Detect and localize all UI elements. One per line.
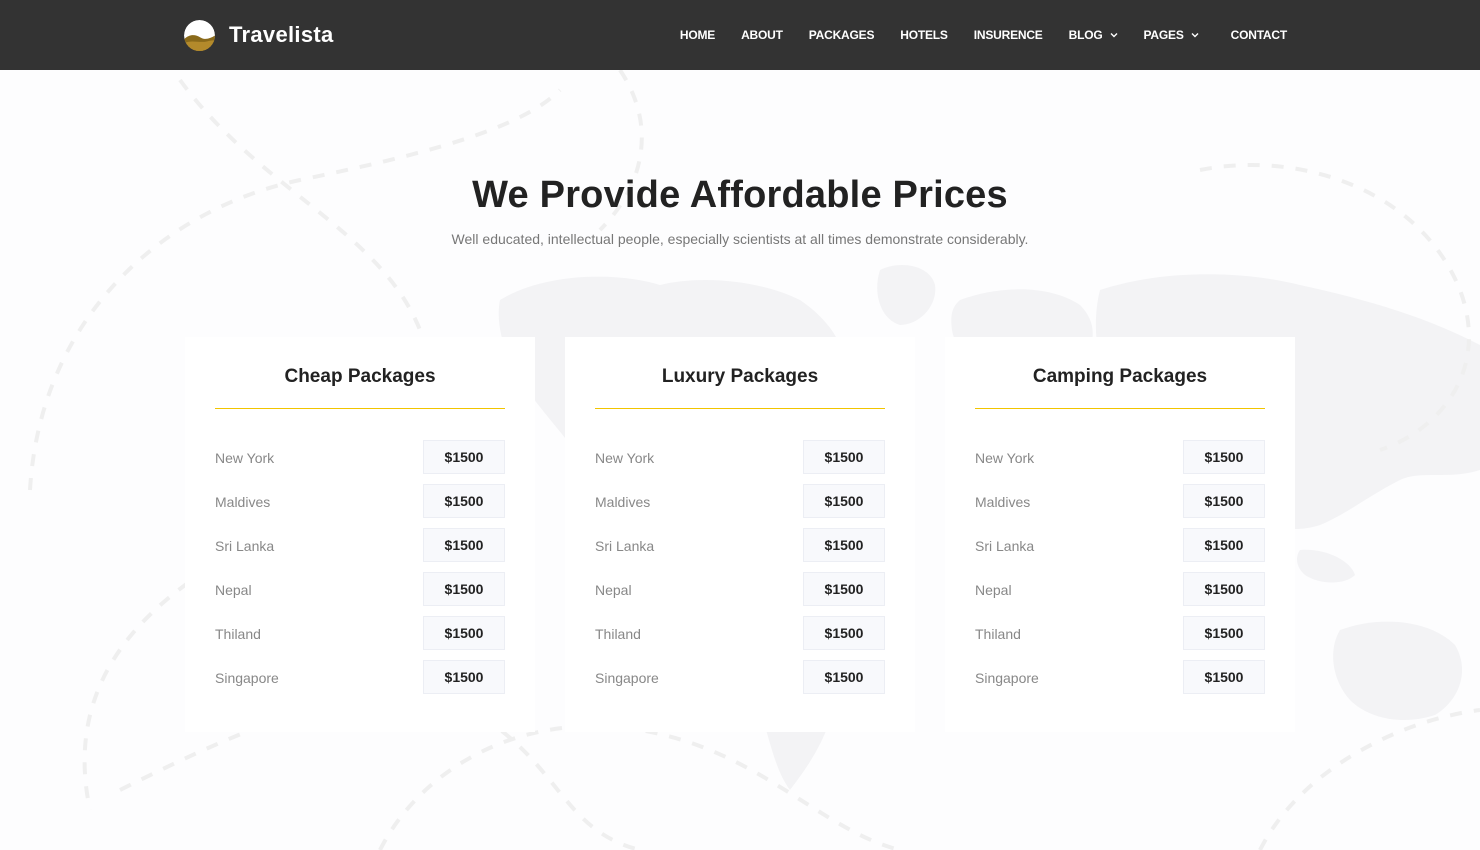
brand-name: Travelista xyxy=(229,22,334,47)
nav-pages-dropdown[interactable]: PAGES xyxy=(1144,28,1199,42)
price-row: Maldives $1500 xyxy=(595,484,885,528)
price-button[interactable]: $1500 xyxy=(423,484,505,518)
price-button[interactable]: $1500 xyxy=(1183,528,1265,562)
brand-logo-link[interactable]: Travelista xyxy=(184,19,334,51)
price-button[interactable]: $1500 xyxy=(423,616,505,650)
nav-packages-label: PACKAGES xyxy=(808,28,875,42)
price-row: Sri Lanka $1500 xyxy=(975,528,1265,572)
destination-label: Sri Lanka xyxy=(975,538,1035,554)
destination-label: Maldives xyxy=(215,494,271,510)
card-title: Luxury Packages xyxy=(661,366,819,387)
main-navigation: HOME ABOUT PACKAGES HOTELS INSURENCE BLO… xyxy=(680,0,1287,70)
pricing-card-luxury: Luxury Packages New York $1500 Maldives $1… xyxy=(565,337,915,732)
destination-label: Thiland xyxy=(975,626,1021,642)
nav-blog-dropdown[interactable]: BLOG xyxy=(1069,28,1118,42)
price-row: Singapore $1500 xyxy=(595,660,885,704)
destination-label: Sri Lanka xyxy=(595,538,655,554)
nav-hotels-label: HOTELS xyxy=(900,28,948,42)
price-row: Singapore $1500 xyxy=(215,660,505,704)
price-row: Maldives $1500 xyxy=(215,484,505,528)
price-button[interactable]: $1500 xyxy=(803,660,885,694)
destination-label: Singapore xyxy=(975,670,1039,686)
destination-label: Sri Lanka xyxy=(215,538,275,554)
price-list: New York $1500 Maldives $1500 Sri Lanka $15… xyxy=(215,409,505,704)
price-button[interactable]: $1500 xyxy=(1183,440,1265,474)
nav-insurence[interactable]: INSURENCE xyxy=(974,28,1043,42)
pricing-cards: Cheap Packages New York $1500 Maldives $15… xyxy=(185,337,1295,732)
price-row: Sri Lanka $1500 xyxy=(595,528,885,572)
price-row: Nepal $1500 xyxy=(595,572,885,616)
destination-label: Singapore xyxy=(595,670,659,686)
price-list: New York $1500 Maldives $1500 Sri Lanka $15… xyxy=(975,409,1265,704)
pricing-card-cheap: Cheap Packages New York $1500 Maldives $15… xyxy=(185,337,535,732)
price-button[interactable]: $1500 xyxy=(803,528,885,562)
price-list: New York $1500 Maldives $1500 Sri Lanka $15… xyxy=(595,409,885,704)
price-row: Nepal $1500 xyxy=(975,572,1265,616)
card-title: Camping Packages xyxy=(1032,366,1208,387)
destination-label: Singapore xyxy=(215,670,279,686)
destination-label: Nepal xyxy=(215,582,252,598)
destination-label: New York xyxy=(215,450,275,466)
price-button[interactable]: $1500 xyxy=(1183,660,1265,694)
nav-home-label: HOME xyxy=(679,28,716,42)
price-button[interactable]: $1500 xyxy=(803,440,885,474)
nav-contact[interactable]: CONTACT xyxy=(1230,28,1288,42)
price-row: Thiland $1500 xyxy=(975,616,1265,660)
nav-blog-label: BLOG xyxy=(1068,28,1103,42)
nav-packages[interactable]: PACKAGES xyxy=(809,28,875,42)
section-title: We Provide Affordable Prices xyxy=(472,174,1008,216)
pricing-card-camping: Camping Packages New York $1500 Maldives $… xyxy=(945,337,1295,732)
nav-about-label: ABOUT xyxy=(741,28,783,42)
destination-label: Maldives xyxy=(975,494,1031,510)
price-button[interactable]: $1500 xyxy=(1183,484,1265,518)
price-button[interactable]: $1500 xyxy=(423,528,505,562)
price-row: Maldives $1500 xyxy=(975,484,1265,528)
price-button[interactable]: $1500 xyxy=(423,660,505,694)
destination-label: Nepal xyxy=(595,582,632,598)
price-row: New York $1500 xyxy=(215,440,505,484)
destination-label: Thiland xyxy=(595,626,641,642)
section-subtitle: Well educated, intellectual people, espe… xyxy=(451,231,1029,247)
price-button[interactable]: $1500 xyxy=(1183,572,1265,606)
nav-hotels[interactable]: HOTELS xyxy=(900,28,948,42)
destination-label: Maldives xyxy=(595,494,651,510)
price-row: New York $1500 xyxy=(975,440,1265,484)
sunset-hill-icon xyxy=(184,19,215,51)
price-row: New York $1500 xyxy=(595,440,885,484)
nav-pages-label: PAGES xyxy=(1143,28,1184,42)
destination-label: Thiland xyxy=(215,626,261,642)
price-row: Nepal $1500 xyxy=(215,572,505,616)
price-row: Thiland $1500 xyxy=(215,616,505,660)
price-row: Thiland $1500 xyxy=(595,616,885,660)
price-row: Singapore $1500 xyxy=(975,660,1265,704)
price-row: Sri Lanka $1500 xyxy=(215,528,505,572)
price-button[interactable]: $1500 xyxy=(803,572,885,606)
nav-home[interactable]: HOME xyxy=(680,28,715,42)
price-button[interactable]: $1500 xyxy=(423,440,505,474)
price-button[interactable]: $1500 xyxy=(803,616,885,650)
destination-label: Nepal xyxy=(975,582,1012,598)
nav-about[interactable]: ABOUT xyxy=(741,28,783,42)
card-title: Cheap Packages xyxy=(284,366,436,387)
price-button[interactable]: $1500 xyxy=(423,572,505,606)
nav-contact-label: CONTACT xyxy=(1230,28,1288,42)
destination-label: New York xyxy=(975,450,1035,466)
chevron-down-icon xyxy=(1110,33,1117,38)
destination-label: New York xyxy=(595,450,655,466)
top-navbar: Travelista HOME ABOUT PACKAGES HOTELS IN… xyxy=(0,0,1480,70)
nav-insurence-label: INSURENCE xyxy=(973,28,1043,42)
chevron-down-icon xyxy=(1191,33,1199,38)
price-button[interactable]: $1500 xyxy=(803,484,885,518)
price-button[interactable]: $1500 xyxy=(1183,616,1265,650)
